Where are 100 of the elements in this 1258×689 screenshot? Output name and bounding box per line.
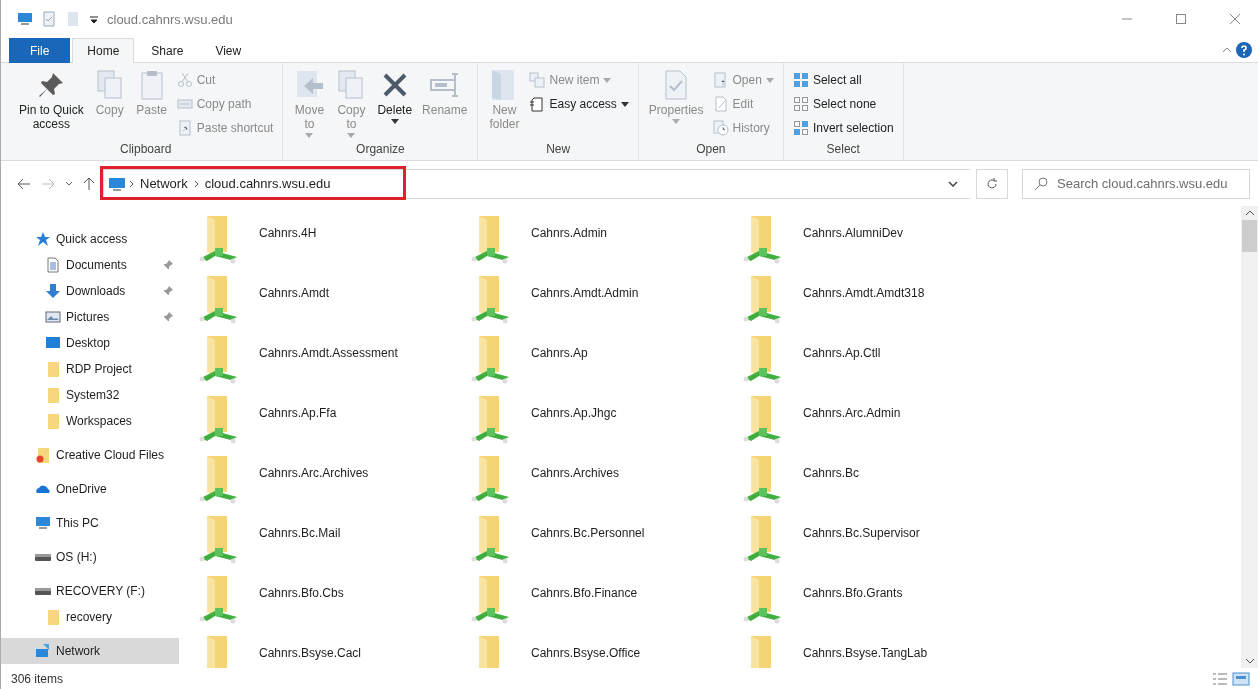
drive-icon bbox=[35, 553, 51, 561]
folder-icon bbox=[65, 11, 81, 27]
sidebar-item[interactable]: System32 bbox=[1, 382, 179, 408]
document-icon bbox=[45, 257, 61, 273]
select-none-icon bbox=[792, 96, 809, 112]
network-icon bbox=[35, 643, 51, 659]
folder-name[interactable]: Cahnrs.Admin bbox=[531, 226, 608, 240]
folder-name[interactable]: Cahnrs.Bc bbox=[803, 466, 860, 480]
folder-name[interactable]: Cahnrs.Bc.Supervisor bbox=[803, 526, 920, 540]
folder-name[interactable]: Cahnrs.Bc.Mail bbox=[259, 526, 341, 540]
folder-icon bbox=[45, 387, 61, 403]
folder-name[interactable]: Cahnrs.Amdt.Admin bbox=[531, 286, 639, 300]
sidebar-item[interactable]: Workspaces bbox=[1, 408, 179, 434]
network-folder-icon bbox=[471, 394, 511, 446]
folder-name[interactable]: Cahnrs.Amdt.Amdt318 bbox=[803, 286, 925, 300]
network-folder-icon bbox=[199, 454, 239, 506]
folder-icon bbox=[35, 447, 51, 463]
network-folder-icon bbox=[743, 214, 783, 266]
folder-name[interactable]: Cahnrs.Bc.Personnel bbox=[531, 526, 645, 540]
sidebar-item[interactable]: OS (H:) bbox=[1, 544, 179, 570]
monitor-icon bbox=[17, 11, 33, 27]
folder-name[interactable]: Cahnrs.Bfo.Finance bbox=[531, 586, 638, 600]
collapse-ribbon-button[interactable] bbox=[1220, 45, 1234, 55]
search-field[interactable]: Search cloud.cahnrs.wsu.edu bbox=[1022, 168, 1250, 199]
folder-icon bbox=[45, 413, 61, 429]
minimize-icon bbox=[1121, 18, 1133, 20]
folder-name[interactable]: Cahnrs.Arc.Archives bbox=[259, 466, 369, 480]
sidebar-item[interactable]: Pictures bbox=[1, 304, 179, 330]
sidebar-item[interactable]: recovery bbox=[1, 604, 179, 630]
ribbon-tab[interactable]: Share bbox=[136, 38, 199, 63]
address-bar[interactable]: Network cloud.cahnrs.wsu.edu bbox=[103, 168, 970, 199]
sidebar-item[interactable]: Network bbox=[1, 638, 179, 664]
network-folder-icon bbox=[199, 514, 239, 566]
breadcrumb[interactable]: Network bbox=[137, 176, 191, 191]
ribbon-tab[interactable]: View bbox=[200, 38, 257, 63]
network-folder-icon bbox=[743, 514, 783, 566]
dropdown-button[interactable] bbox=[946, 178, 960, 189]
large-icons-view-icon[interactable] bbox=[1230, 669, 1252, 688]
sidebar-item[interactable]: RECOVERY (F:) bbox=[1, 578, 179, 604]
network-folder-icon bbox=[199, 574, 239, 626]
ribbon-button[interactable]: Easy access bbox=[526, 93, 632, 115]
ribbon-button[interactable]: Pin to Quick access bbox=[15, 67, 88, 142]
sidebar-item[interactable]: This PC bbox=[1, 510, 179, 536]
scissors-icon bbox=[176, 72, 193, 88]
ribbon-button[interactable]: Delete bbox=[373, 67, 417, 142]
sidebar-item[interactable]: Creative Cloud Files bbox=[1, 442, 179, 468]
invert-selection-icon bbox=[792, 120, 809, 136]
folder-name[interactable]: Cahnrs.Archives bbox=[531, 466, 620, 480]
sidebar-item[interactable]: OneDrive bbox=[1, 476, 179, 502]
folder-name[interactable]: Cahnrs.Amdt bbox=[259, 286, 330, 300]
new-item-icon bbox=[529, 72, 546, 88]
properties-icon bbox=[41, 11, 57, 27]
network-folder-icon bbox=[199, 274, 239, 326]
shortcut-icon bbox=[176, 120, 193, 136]
ribbon-button[interactable]: Invert selection bbox=[789, 117, 897, 139]
sidebar-item[interactable]: Desktop bbox=[1, 330, 179, 356]
network-folder-icon bbox=[199, 214, 239, 266]
caret-icon bbox=[89, 14, 99, 24]
network-folder-icon bbox=[743, 334, 783, 386]
maximize-icon bbox=[1175, 13, 1187, 25]
folder-name[interactable]: Cahnrs.Bfo.Cbs bbox=[259, 586, 344, 600]
easy-access-icon bbox=[529, 96, 546, 112]
network-folder-icon bbox=[471, 214, 511, 266]
breadcrumb[interactable]: cloud.cahnrs.wsu.edu bbox=[201, 176, 334, 191]
refresh-button[interactable] bbox=[976, 168, 1008, 199]
scrollbar[interactable] bbox=[1241, 206, 1258, 668]
picture-icon bbox=[45, 309, 61, 325]
group-label: Select bbox=[826, 142, 860, 158]
folder-name[interactable]: Cahnrs.Bsyse.TangLab bbox=[803, 646, 928, 660]
recent-locations-button[interactable] bbox=[63, 179, 75, 188]
folder-name[interactable]: Cahnrs.Amdt.Assessment bbox=[259, 346, 398, 360]
sidebar-item[interactable]: Downloads bbox=[1, 278, 179, 304]
folder-name[interactable]: Cahnrs.AlumniDev bbox=[803, 226, 904, 240]
drive-icon bbox=[35, 587, 51, 595]
folder-name[interactable]: Cahnrs.Ap.Jhgc bbox=[531, 406, 617, 420]
network-folder-icon bbox=[743, 394, 783, 446]
folder-name[interactable]: Cahnrs.Arc.Admin bbox=[803, 406, 901, 420]
folder-name[interactable]: Cahnrs.Ap.Ffa bbox=[259, 406, 337, 420]
monitor-icon bbox=[35, 515, 51, 531]
window-title: cloud.cahnrs.wsu.edu bbox=[107, 11, 233, 27]
folder-name[interactable]: Cahnrs.Bsyse.Office bbox=[531, 646, 641, 660]
network-folder-icon bbox=[199, 334, 239, 386]
sidebar-item[interactable]: Quick access bbox=[1, 226, 179, 252]
scrollbar-thumb[interactable] bbox=[1242, 220, 1257, 252]
ribbon-button[interactable]: Select all bbox=[789, 69, 897, 91]
sidebar-item[interactable]: RDP Project bbox=[1, 356, 179, 382]
chevron-down-icon bbox=[65, 181, 73, 186]
help-icon[interactable] bbox=[1234, 40, 1254, 60]
folder-name[interactable]: Cahnrs.Bfo.Grants bbox=[803, 586, 903, 600]
desktop-icon bbox=[45, 335, 61, 351]
folder-name[interactable]: Cahnrs.Ap bbox=[531, 346, 588, 360]
file-menu[interactable]: File bbox=[9, 38, 71, 63]
ribbon-button[interactable]: Select none bbox=[789, 93, 897, 115]
folder-name[interactable]: Cahnrs.4H bbox=[259, 226, 317, 240]
select-all-icon bbox=[792, 72, 809, 88]
ribbon-tab[interactable]: Home bbox=[72, 38, 135, 63]
folder-name[interactable]: Cahnrs.Ap.Ctll bbox=[803, 346, 881, 360]
sidebar-item[interactable]: Documents bbox=[1, 252, 179, 278]
network-folder-icon bbox=[199, 394, 239, 446]
folder-name[interactable]: Cahnrs.Bsyse.Cacl bbox=[259, 646, 362, 660]
